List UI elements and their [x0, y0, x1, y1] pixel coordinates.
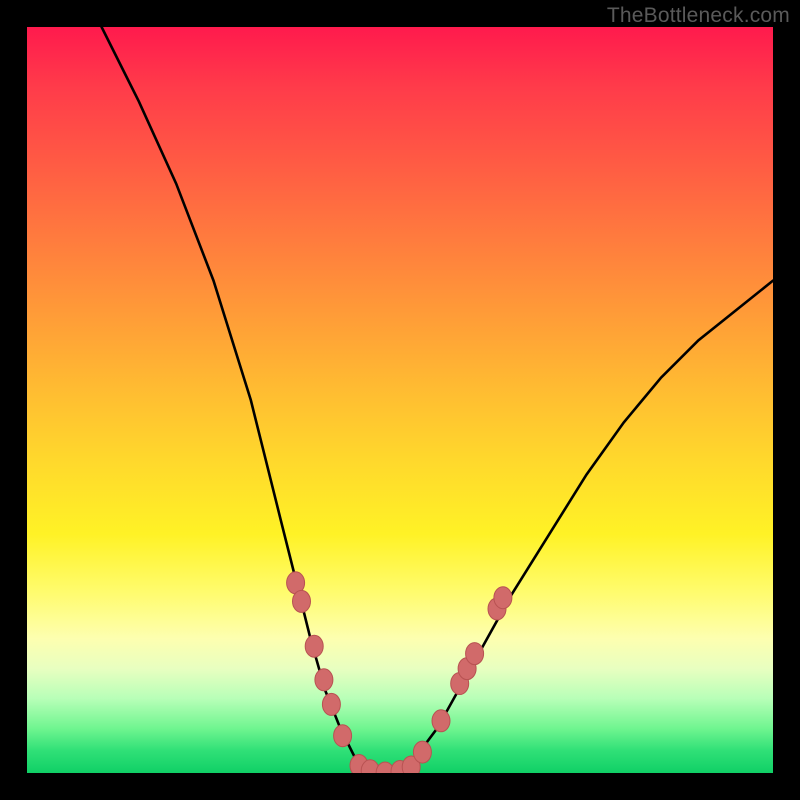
bottleneck-curve — [102, 27, 773, 773]
curve-marker — [494, 587, 512, 609]
curve-marker — [305, 635, 323, 657]
curve-marker — [293, 590, 311, 612]
chart-svg — [27, 27, 773, 773]
curve-marker — [413, 741, 431, 763]
curve-marker — [322, 693, 340, 715]
curve-marker — [432, 710, 450, 732]
curve-marker — [466, 643, 484, 665]
curve-marker — [334, 725, 352, 747]
watermark-text: TheBottleneck.com — [607, 4, 790, 28]
curve-markers — [287, 572, 512, 773]
curve-marker — [315, 669, 333, 691]
chart-area — [27, 27, 773, 773]
